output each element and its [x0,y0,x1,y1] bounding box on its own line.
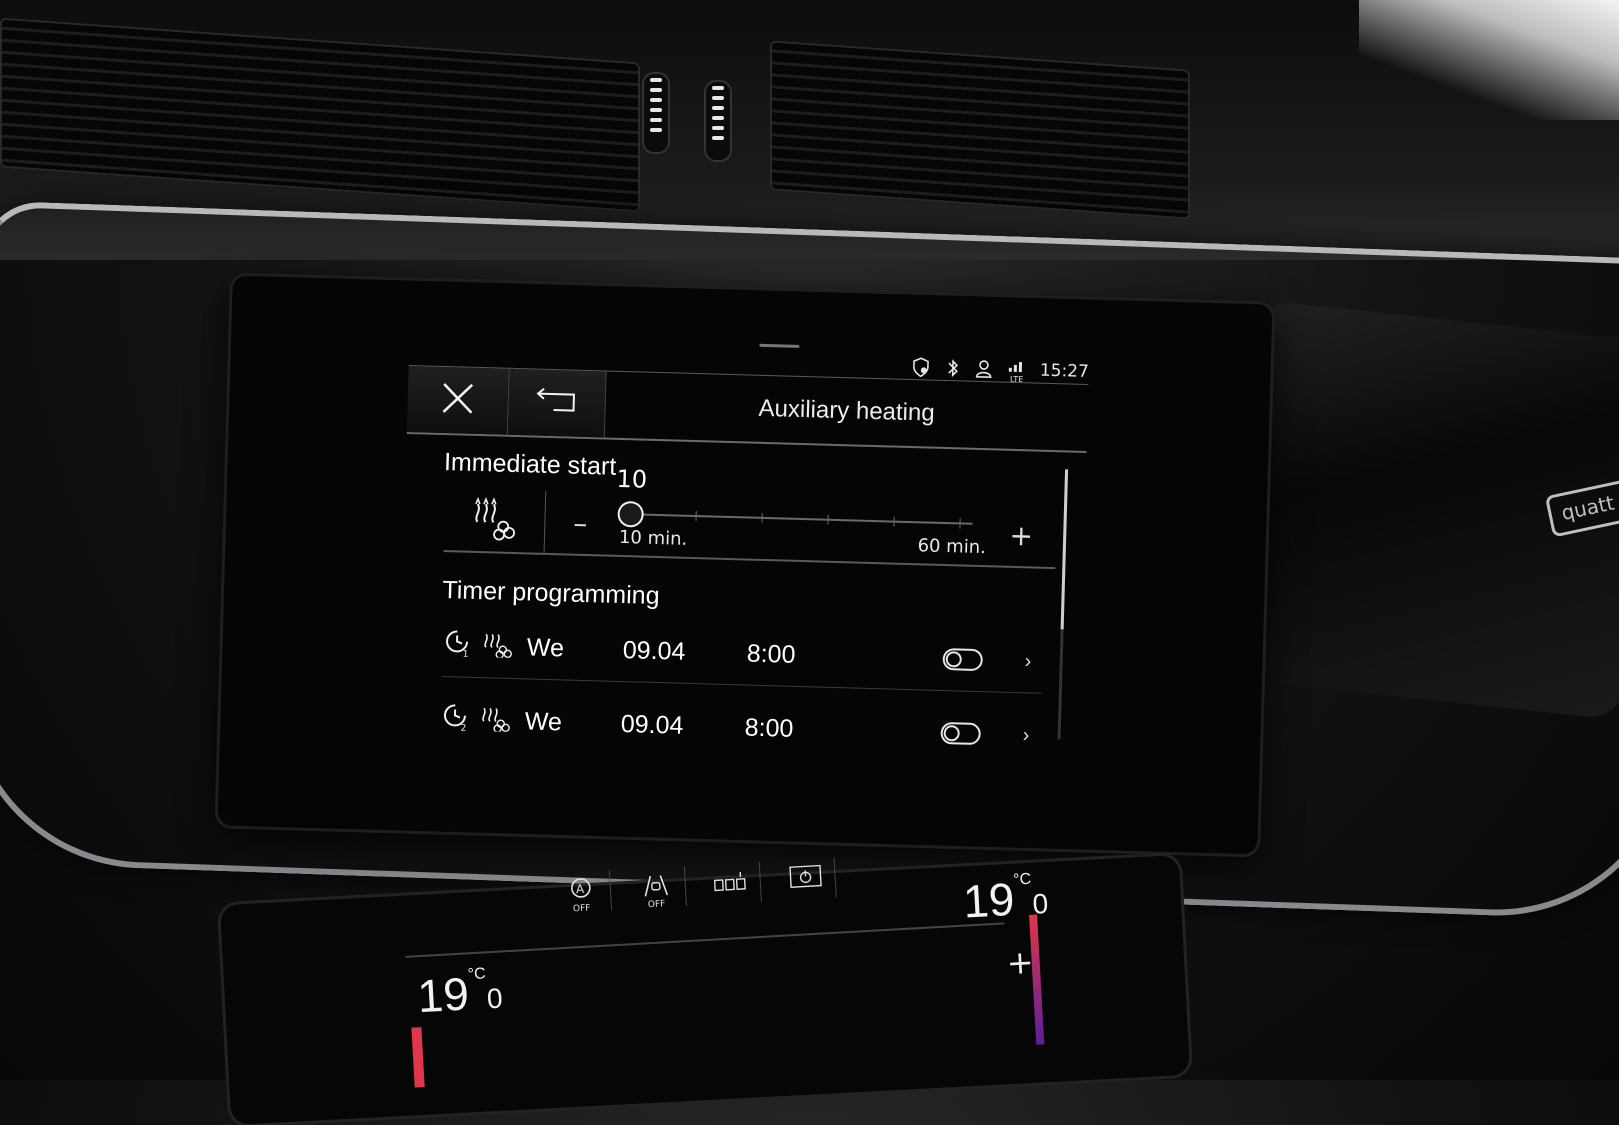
window-glare [1359,0,1619,120]
immediate-start-heading: Immediate start [443,448,617,481]
seat-heating-icon [713,870,748,897]
infotainment-screen: LTE 15:27 Auxiliary heating Immediate st… [397,320,1110,799]
location-shield-icon [912,357,931,378]
timer-day: We [526,632,565,662]
timer-time: 8:00 [746,639,796,669]
auxiliary-heater-icon [469,496,520,545]
chevron-right-icon[interactable]: › [1022,724,1029,747]
timer-2-toggle[interactable] [940,721,981,746]
lte-signal-icon: LTE [1008,360,1027,384]
page-title: Auxiliary heating [758,394,936,427]
timer-2-icon: 2 [440,701,471,739]
timer-date: 09.04 [622,635,686,666]
timer-1-toggle[interactable] [942,648,984,672]
user-profile-icon [975,359,995,379]
vent-adjuster-right[interactable] [704,80,732,162]
temperature-indicator-left [411,1027,425,1088]
left-temperature[interactable]: 19°C0 [416,965,504,1024]
slider-tick [695,511,697,522]
back-arrow-icon [533,387,580,418]
svg-text:2: 2 [460,723,466,731]
slider-max-label: 60 min. [917,535,987,559]
chevron-right-icon[interactable]: › [1024,650,1031,673]
auxiliary-heating-content: Immediate start – 10 10 min. 60 min. + T… [397,433,1086,792]
immediate-start-control: – 10 10 min. 60 min. + [443,465,1058,570]
slider-tick [761,512,763,523]
lane-assist-off-button[interactable]: OFF [625,866,688,910]
back-button[interactable] [507,368,607,438]
timer-1-icon: 1 [442,627,473,665]
bluetooth-icon [944,358,963,378]
auxiliary-heater-icon [480,629,513,665]
close-icon [440,381,475,420]
auto-off-button[interactable]: A OFF [550,870,613,914]
slider-value: 10 [616,464,648,494]
timer-row-2[interactable]: 2 We 09.04 8:00 › [440,688,1041,767]
timer-time: 8:00 [744,713,794,743]
svg-text:A: A [575,881,585,895]
auxiliary-heater-icon [478,703,511,739]
slider-min-label: 10 min. [618,526,688,550]
vent-adjuster-left[interactable] [642,72,670,154]
duration-slider[interactable]: 10 10 min. 60 min. [615,465,988,565]
timer-row-1[interactable]: 1 We 09.04 8:00 › [442,614,1044,694]
clock: 15:27 [1039,360,1090,382]
climate-control-screen: A OFF OFF 19°C0 19°C0 + [400,824,1061,1088]
timer-programming-heading: Timer programming [442,576,660,611]
lane-assist-off-icon [640,872,672,903]
slider-thumb[interactable] [617,500,645,528]
slider-track [629,513,973,525]
slider-tick [827,514,829,525]
decrease-duration-button[interactable]: – [545,491,617,555]
divider [405,922,1005,958]
power-icon [788,863,824,896]
svg-text:1: 1 [463,649,469,657]
close-button[interactable] [406,365,510,435]
slider-tick [893,516,895,527]
slider-tick [959,518,961,529]
timer-day: We [524,706,563,736]
scrollbar-thumb[interactable] [1060,469,1069,630]
timer-date: 09.04 [620,709,684,740]
immediate-start-button[interactable] [443,488,547,553]
power-button[interactable] [775,857,837,901]
climate-quick-buttons: A OFF OFF [550,857,837,914]
increase-duration-button[interactable]: + [985,503,1057,567]
right-air-vent [770,40,1190,220]
seat-heating-button[interactable] [700,861,762,906]
pull-down-handle[interactable] [759,343,800,348]
